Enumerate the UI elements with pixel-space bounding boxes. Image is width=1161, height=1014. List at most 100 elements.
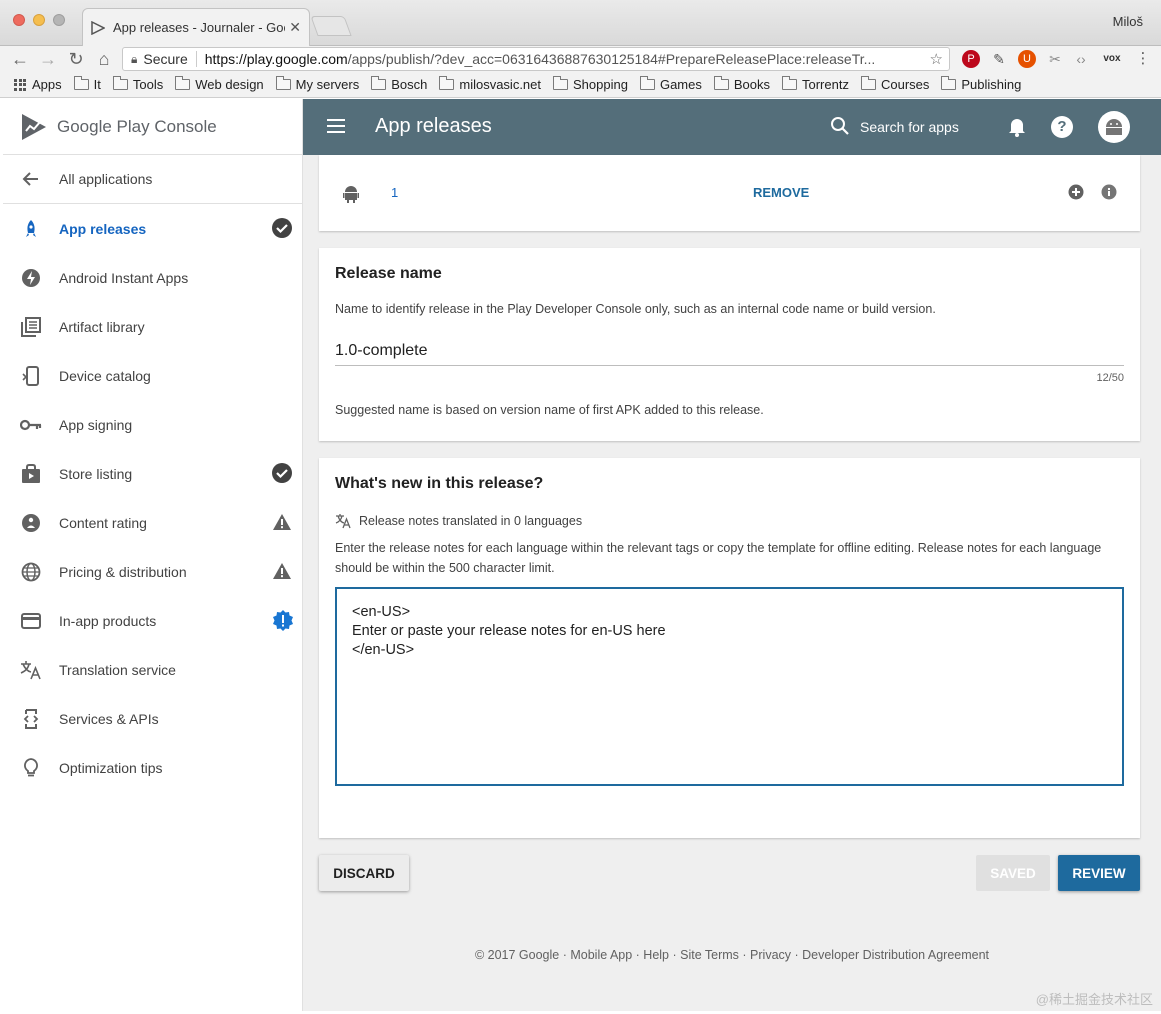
apk-version-code: 1 [391,185,399,200]
bookmark-item[interactable]: Bosch [371,76,427,92]
folder-icon [713,76,729,90]
discard-button[interactable]: DISCARD [319,855,409,891]
sidebar-item-translation-service[interactable]: Translation service [3,645,302,694]
forward-arrow-icon[interactable]: → [38,49,58,69]
sidebar-item-device-catalog[interactable]: Device catalog [3,351,302,400]
chrome-menu-icon[interactable]: ⋮ [1134,50,1152,68]
folder-icon [175,76,191,90]
bookmark-item[interactable]: Books [713,76,770,92]
search-apps-button[interactable]: Search for apps [860,119,959,135]
folder-icon [860,76,876,90]
folder-icon [639,76,655,90]
rating-icon [19,511,43,535]
brand[interactable]: Google Play Console [3,99,302,155]
warning-icon [272,512,292,532]
folder-icon [553,76,568,90]
release-name-input[interactable] [335,336,1124,366]
back-arrow-icon [19,167,43,191]
address-bar[interactable]: 🔒︎ Secure https://play.google.com/apps/p… [122,47,950,71]
close-window-button[interactable] [13,14,25,26]
back-arrow-icon[interactable]: ← [10,49,30,69]
sidebar-item-label: App signing [59,416,133,433]
brand-name: Google Play Console [57,116,217,136]
bookmark-item[interactable]: Torrentz [782,76,849,92]
remove-apk-button[interactable]: REMOVE [753,185,809,200]
bookmark-label: Shopping [573,77,628,92]
search-icon[interactable] [830,116,850,136]
sidebar-item-label: App releases [59,220,147,237]
bookmark-item[interactable]: My servers [275,76,359,92]
bookmark-item[interactable]: Shopping [553,76,628,92]
sidebar-item-label: In-app products [59,612,157,629]
folder-icon [371,76,387,90]
completed-check-icon [272,218,292,238]
sidebar-item-app-signing[interactable]: App signing [3,400,302,449]
wrench-extension-icon[interactable]: ✂ [1046,50,1064,68]
release-notes-textarea[interactable] [335,587,1124,786]
bookmark-label: Tools [132,77,164,92]
translate-icon [335,514,351,529]
bookmark-item[interactable]: Web design [175,76,264,92]
saved-button[interactable]: SAVED [976,855,1050,891]
zoom-window-button[interactable] [53,14,65,26]
sidebar-item-app-releases[interactable]: App releases [3,204,302,253]
sidebar-item-label: Store listing [59,465,133,482]
profile-name[interactable]: Miloš [1113,14,1143,29]
tab-title: App releases - Journaler - Goo [113,20,286,35]
browser-tab[interactable]: App releases - Journaler - Goo ✕ [82,8,310,46]
pinterest-extension-icon[interactable]: P [962,50,980,68]
add-circle-icon[interactable] [1068,184,1084,200]
device-icon [19,364,43,388]
page-title: App releases [375,115,492,137]
bookmark-item[interactable]: Games [639,76,702,92]
bookmark-item[interactable]: milosvasic.net [439,76,541,92]
bolt-icon [19,266,43,290]
home-icon[interactable]: ⌂ [94,49,114,69]
footer-links[interactable]: © 2017 Google · Mobile App · Help · Site… [303,948,1161,962]
dropper-extension-icon[interactable]: ✎ [990,50,1008,68]
rocket-icon [19,217,43,241]
secure-label: Secure [143,51,188,67]
address-divider [195,51,197,67]
bookmark-label: Games [659,77,702,92]
sidebar-item-optimization-tips[interactable]: Optimization tips [3,743,302,792]
sidebar-item-label: Services & APIs [59,710,159,727]
store-icon [19,462,43,486]
ublock-extension-icon[interactable]: U [1018,50,1036,68]
tab-close-icon[interactable]: ✕ [289,19,301,36]
all-applications-link[interactable]: All applications [3,155,302,204]
play-console-favicon-icon [91,20,105,35]
sidebar-item-content-rating[interactable]: Content rating [3,498,302,547]
bookmark-item[interactable]: Tools [112,76,164,92]
review-button[interactable]: REVIEW [1058,855,1140,891]
bookmark-label: It [93,77,101,92]
avatar[interactable] [1098,111,1130,143]
url-text[interactable]: https://play.google.com/apps/publish/?de… [205,51,924,67]
help-icon[interactable]: ? [1051,116,1073,138]
android-icon [343,186,359,203]
sidebar-item-in-app-products[interactable]: In-app products [3,596,302,645]
sidebar-item-label: Content rating [59,514,147,531]
vox-extension-icon[interactable]: vox [1098,50,1126,68]
android-avatar-icon [1106,119,1122,135]
info-icon[interactable] [1101,184,1117,200]
globe-icon [19,560,43,584]
bookmark-item[interactable]: It [73,76,101,92]
sidebar-item-services-and-apis[interactable]: Services & APIs [3,694,302,743]
bookmark-item[interactable]: Courses [860,76,929,92]
reload-icon[interactable]: ↻ [66,49,86,69]
sidebar-item-pricing-and-distribution[interactable]: Pricing & distribution [3,547,302,596]
sidebar-item-artifact-library[interactable]: Artifact library [3,302,302,351]
sidebar-item-android-instant-apps[interactable]: Android Instant Apps [3,253,302,302]
sidebar-item-store-listing[interactable]: Store listing [3,449,302,498]
notifications-bell-icon[interactable] [1007,115,1027,137]
bookmark-star-icon[interactable]: ☆ [930,50,943,68]
code-extension-icon[interactable]: ‹› [1072,50,1090,68]
minimize-window-button[interactable] [33,14,45,26]
menu-icon[interactable] [327,119,345,133]
bookmark-item[interactable]: Publishing [941,76,1021,92]
bookmark-item[interactable]: Apps [14,77,62,92]
sidebar-item-label: Device catalog [59,367,151,384]
sidebar-item-label: Artifact library [59,318,145,335]
new-tab-button[interactable] [310,16,352,36]
